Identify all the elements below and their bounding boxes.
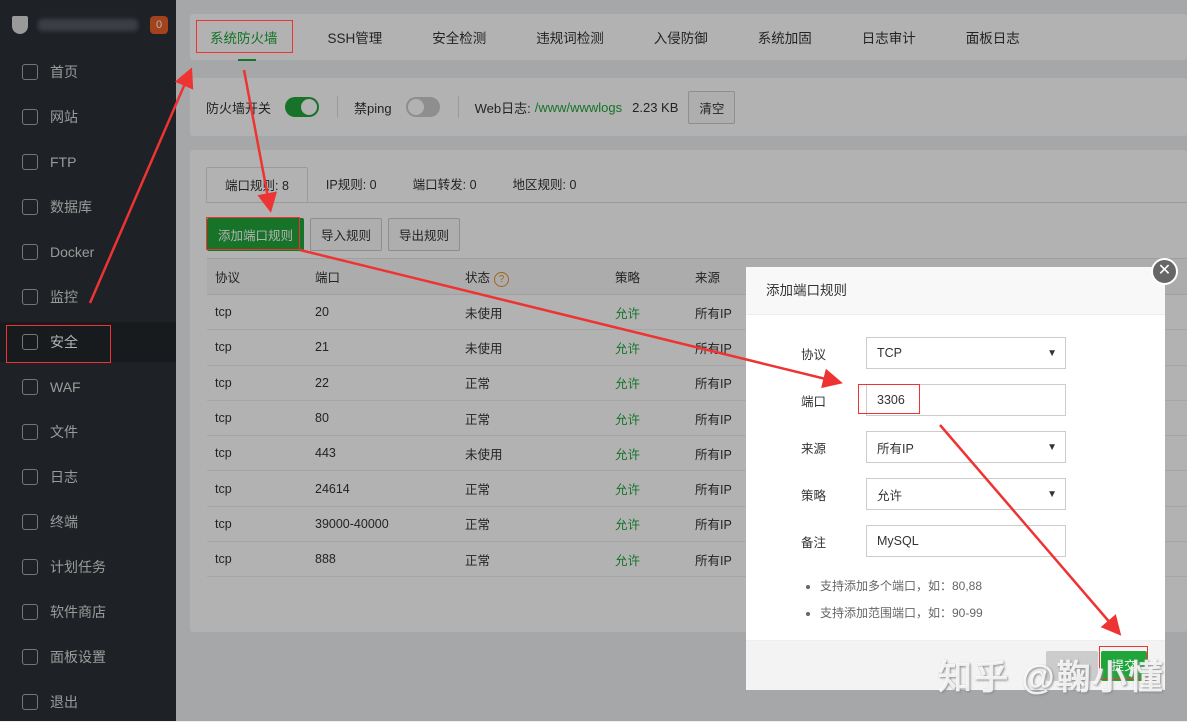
annotation-arrows <box>88 67 1122 636</box>
watermark: 知乎 @鞠小懂 <box>938 659 1165 697</box>
